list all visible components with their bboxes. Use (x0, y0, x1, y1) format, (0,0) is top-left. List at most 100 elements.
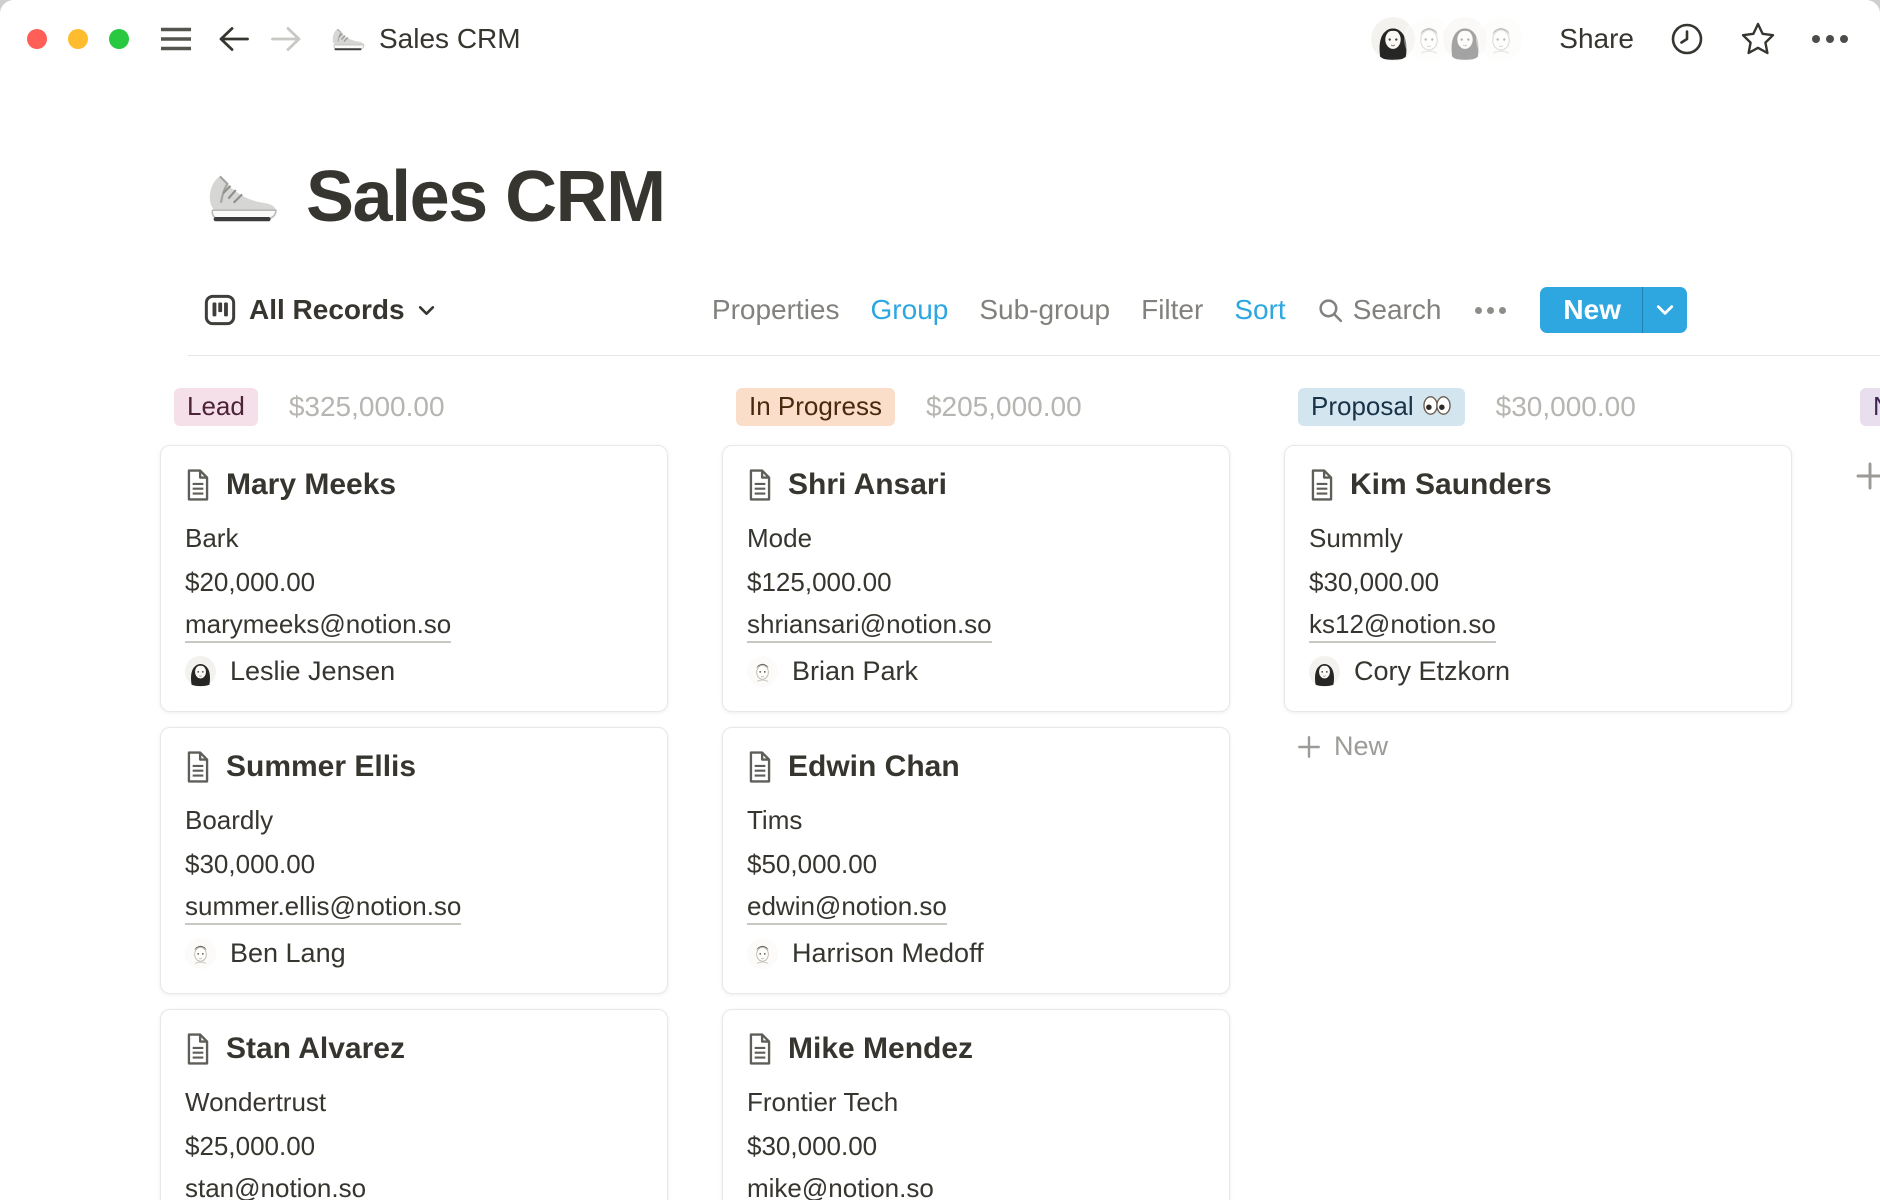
company-field[interactable]: Summly (1309, 516, 1767, 560)
favorite-button[interactable] (1740, 21, 1776, 57)
page-icon (747, 469, 773, 501)
company-field[interactable]: Mode (747, 516, 1205, 560)
search-button[interactable]: Search (1317, 294, 1442, 326)
column-header: Lead $325,000.00 (174, 391, 668, 422)
record-card[interactable]: Mike Mendez Frontier Tech $30,000.00 mik… (722, 1009, 1230, 1200)
new-button-label[interactable]: New (1540, 287, 1642, 333)
new-button-dropdown[interactable] (1643, 287, 1687, 333)
company-field[interactable]: Frontier Tech (747, 1080, 1205, 1124)
email-link[interactable]: shriansari@notion.so (747, 609, 992, 643)
company-field[interactable]: Wondertrust (185, 1080, 643, 1124)
view-switcher[interactable]: All Records (204, 294, 435, 326)
card-title: Stan Alvarez (226, 1032, 405, 1066)
owner-field[interactable]: Cory Etzkorn (1309, 656, 1767, 687)
page-icon (1309, 469, 1335, 501)
email-link[interactable]: edwin@notion.so (747, 891, 947, 925)
clock-icon (1670, 22, 1704, 56)
hamburger-icon (159, 26, 193, 52)
record-card[interactable]: Summer Ellis Boardly $30,000.00 summer.e… (160, 727, 668, 994)
board-column-clipped: N (1846, 391, 1880, 492)
company-field[interactable]: Tims (747, 798, 1205, 842)
eyes-emoji-icon (1422, 396, 1452, 415)
email-link[interactable]: ks12@notion.so (1309, 609, 1496, 643)
topbar: Sales CRM Share (0, 0, 1880, 78)
email-link[interactable]: summer.ellis@notion.so (185, 891, 461, 925)
notion-window: Sales CRM Share Sales CRM (0, 0, 1880, 1200)
amount-field[interactable]: $125,000.00 (747, 560, 1205, 604)
breadcrumb[interactable]: Sales CRM (329, 23, 521, 55)
owner-name: Brian Park (792, 656, 918, 687)
avatar (747, 938, 778, 969)
chevron-down-icon (1656, 304, 1674, 316)
avatar (1309, 656, 1340, 687)
page-sneaker-icon[interactable] (202, 170, 278, 225)
owner-field[interactable]: Harrison Medoff (747, 938, 1205, 969)
filter-button[interactable]: Filter (1141, 294, 1203, 326)
close-window-button[interactable] (27, 29, 47, 49)
board-column-in-progress: In Progress $205,000.00 Shri Ansari Mode… (722, 391, 1230, 1200)
record-card[interactable]: Shri Ansari Mode $125,000.00 shriansari@… (722, 445, 1230, 712)
sort-button[interactable]: Sort (1234, 294, 1285, 326)
record-card[interactable]: Stan Alvarez Wondertrust $25,000.00 stan… (160, 1009, 668, 1200)
owner-field[interactable]: Brian Park (747, 656, 1205, 687)
email-link[interactable]: marymeeks@notion.so (185, 609, 451, 643)
status-badge[interactable]: Lead (174, 388, 258, 426)
amount-field[interactable]: $25,000.00 (185, 1124, 643, 1168)
card-title: Kim Saunders (1350, 468, 1552, 502)
add-card-button[interactable] (1854, 460, 1880, 492)
column-sum: $205,000.00 (926, 391, 1082, 423)
company-field[interactable]: Bark (185, 516, 643, 560)
record-card[interactable]: Mary Meeks Bark $20,000.00 marymeeks@not… (160, 445, 668, 712)
amount-field[interactable]: $30,000.00 (747, 1124, 1205, 1168)
add-card-button[interactable]: New (1296, 731, 1388, 762)
column-header: N (1860, 391, 1880, 422)
share-button[interactable]: Share (1559, 23, 1634, 55)
avatar (747, 656, 778, 687)
zoom-window-button[interactable] (109, 29, 129, 49)
owner-field[interactable]: Ben Lang (185, 938, 643, 969)
more-options-button[interactable] (1812, 35, 1848, 43)
amount-field[interactable]: $50,000.00 (747, 842, 1205, 886)
breadcrumb-title: Sales CRM (379, 23, 521, 55)
card-title: Edwin Chan (788, 750, 960, 784)
email-link[interactable]: stan@notion.so (185, 1173, 366, 1200)
status-badge[interactable]: N (1860, 388, 1880, 426)
subgroup-button[interactable]: Sub-group (979, 294, 1110, 326)
ellipsis-icon (1475, 307, 1482, 314)
email-link[interactable]: mike@notion.so (747, 1173, 934, 1200)
add-card-label: New (1334, 731, 1388, 762)
view-options-button[interactable] (1472, 307, 1509, 314)
plus-icon (1296, 734, 1322, 760)
new-record-button[interactable]: New (1540, 287, 1687, 333)
page-icon (185, 469, 211, 501)
back-button[interactable] (217, 25, 251, 53)
amount-field[interactable]: $30,000.00 (185, 842, 643, 886)
minimize-window-button[interactable] (68, 29, 88, 49)
record-card[interactable]: Kim Saunders Summly $30,000.00 ks12@noti… (1284, 445, 1792, 712)
column-sum: $30,000.00 (1496, 391, 1636, 423)
page-title[interactable]: Sales CRM (306, 156, 665, 238)
status-badge[interactable]: Proposal (1298, 388, 1465, 426)
chevron-down-icon (418, 305, 435, 316)
card-title: Mary Meeks (226, 468, 396, 502)
company-field[interactable]: Boardly (185, 798, 643, 842)
column-header: Proposal $30,000.00 (1298, 391, 1792, 422)
owner-name: Ben Lang (230, 938, 346, 969)
sidebar-toggle-button[interactable] (159, 26, 193, 52)
kanban-board: Lead $325,000.00 Mary Meeks Bark $20,000… (0, 356, 1880, 1200)
amount-field[interactable]: $20,000.00 (185, 560, 643, 604)
amount-field[interactable]: $30,000.00 (1309, 560, 1767, 604)
properties-button[interactable]: Properties (712, 294, 840, 326)
collaborator-avatars[interactable] (1371, 17, 1523, 61)
page-header: Sales CRM (202, 156, 1880, 238)
window-controls (27, 29, 129, 49)
group-button[interactable]: Group (871, 294, 949, 326)
owner-field[interactable]: Leslie Jensen (185, 656, 643, 687)
updates-button[interactable] (1670, 22, 1704, 56)
owner-name: Cory Etzkorn (1354, 656, 1510, 687)
record-card[interactable]: Edwin Chan Tims $50,000.00 edwin@notion.… (722, 727, 1230, 994)
board-column-proposal: Proposal $30,000.00 Kim Saunders Summly … (1284, 391, 1792, 762)
status-badge[interactable]: In Progress (736, 388, 895, 426)
forward-button[interactable] (269, 25, 303, 53)
status-label: Lead (187, 393, 245, 419)
